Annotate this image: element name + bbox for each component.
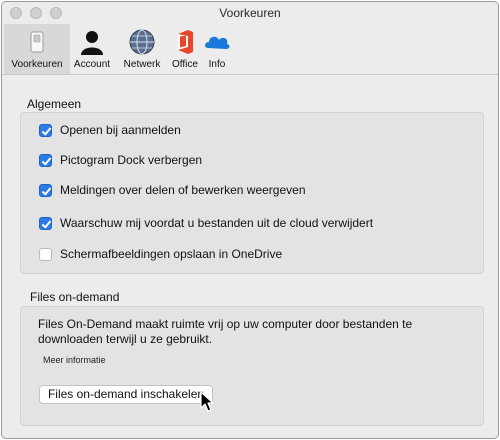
option-label: Openen bij aanmelden	[60, 123, 181, 137]
tab-voorkeuren[interactable]: Voorkeuren	[4, 24, 70, 74]
tab-office[interactable]: Office	[166, 24, 204, 74]
globe-icon	[129, 29, 155, 55]
files-on-demand-description: Files On-Demand maakt ruimte vrij op uw …	[38, 317, 413, 346]
checkbox[interactable]	[39, 248, 52, 261]
cloud-icon	[205, 36, 230, 49]
mouse-pointer-icon	[200, 391, 214, 412]
more-info-link[interactable]: Meer informatie	[43, 355, 106, 365]
person-icon	[81, 31, 103, 55]
tab-account[interactable]: Account	[70, 24, 114, 74]
window-title: Voorkeuren	[219, 6, 281, 20]
checkbox[interactable]	[39, 217, 52, 230]
tab-info[interactable]: Info	[203, 24, 231, 74]
general-section: Openen bij aanmelden Pictogram Dock verb…	[20, 112, 484, 274]
option-label: Waarschuw mij voordat u bestanden uit de…	[60, 216, 374, 230]
option-label: Pictogram Dock verbergen	[60, 153, 203, 167]
tab-netwerk[interactable]: Netwerk	[120, 24, 164, 74]
preferences-window: Voorkeuren Voorkeuren Account Netwerk Of…	[1, 1, 499, 439]
office-icon	[178, 30, 193, 54]
switch-icon	[30, 31, 44, 53]
tab-account-label: Account	[73, 59, 111, 70]
general-section-title: Algemeen	[27, 97, 82, 111]
checkbox[interactable]	[39, 124, 52, 137]
tab-voorkeuren-label: Voorkeuren	[11, 59, 63, 70]
option-label: Meldingen over delen of bewerken weergev…	[60, 183, 306, 197]
title-bar: Voorkeuren	[2, 2, 498, 24]
preferences-toolbar: Voorkeuren Account Netwerk Office Info	[2, 24, 498, 75]
files-on-demand-section: Files On-Demand maakt ruimte vrij op uw …	[20, 306, 484, 426]
tab-info-label: Info	[208, 59, 226, 70]
checkbox[interactable]	[39, 154, 52, 167]
enable-files-on-demand-button[interactable]: Files on-demand inschakelen	[39, 385, 213, 404]
tab-netwerk-label: Netwerk	[123, 59, 161, 70]
option-label: Schermafbeeldingen opslaan in OneDrive	[60, 247, 283, 261]
checkbox[interactable]	[39, 184, 52, 197]
files-on-demand-section-title: Files on-demand	[30, 290, 120, 304]
tab-office-label: Office	[172, 59, 198, 70]
